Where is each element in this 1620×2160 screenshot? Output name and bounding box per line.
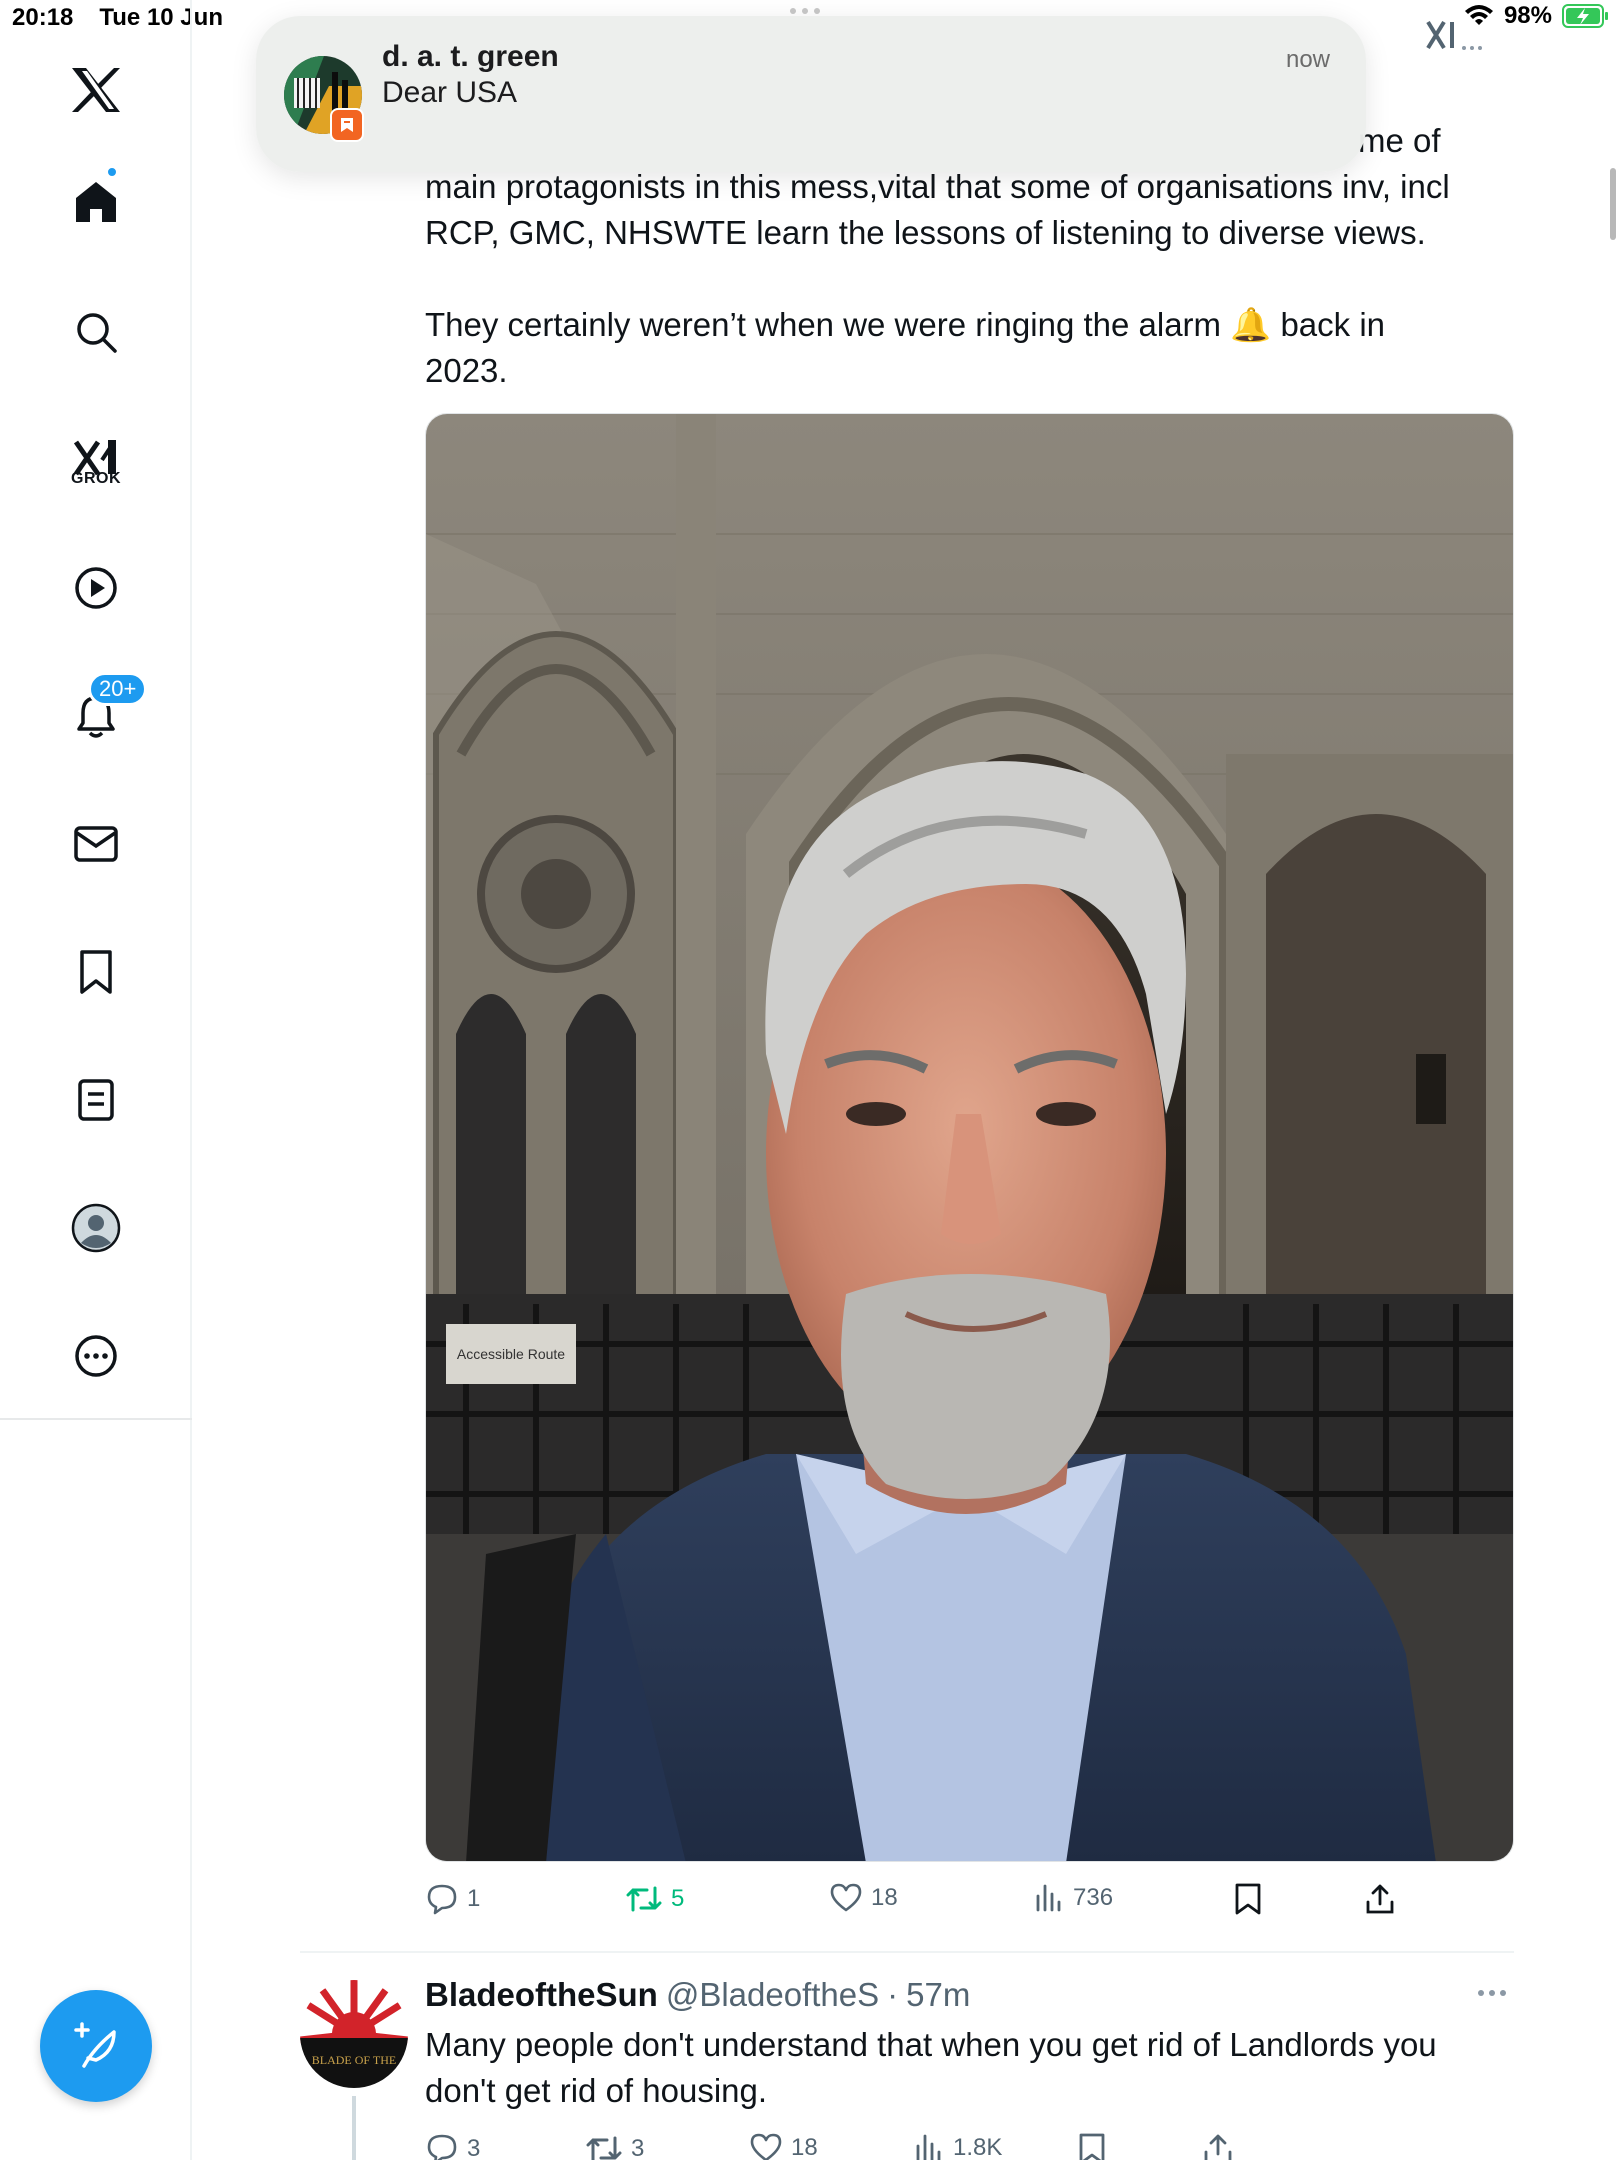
- selfie-at-gothic-building-image: Accessible Route: [426, 414, 1513, 1861]
- compose-feather-icon: [74, 2022, 116, 2068]
- reply-count: 1: [467, 1885, 481, 1912]
- reply-count: 3: [467, 2135, 481, 2160]
- sidebar-nav: GROK 20+: [0, 0, 192, 2160]
- share-button[interactable]: [1201, 2132, 1235, 2160]
- grok-status-icon: [1424, 14, 1484, 59]
- reply-icon: [427, 2134, 457, 2160]
- repost-icon: [586, 2136, 622, 2160]
- views-count: 1.8K: [953, 2134, 1003, 2160]
- x-logo[interactable]: [56, 50, 136, 130]
- thread-line: [352, 2096, 356, 2160]
- reply-button[interactable]: 1: [425, 1882, 480, 1916]
- repost-count: 3: [631, 2135, 645, 2160]
- like-button[interactable]: 18: [829, 1882, 898, 1914]
- scroll-indicator[interactable]: [1610, 168, 1616, 240]
- play-circle-icon: [75, 567, 117, 609]
- tweet-text-line: Many people don't understand that when y…: [425, 2026, 1437, 2063]
- bookmark-icon: [80, 950, 112, 994]
- sidebar-item-explore[interactable]: [56, 292, 136, 372]
- views-bar-chart-icon: [1036, 1884, 1061, 1912]
- multitasking-dots[interactable]: [790, 8, 830, 14]
- repost-icon: [626, 1886, 662, 1912]
- profile-avatar-icon: [71, 1203, 121, 1253]
- tweet-actions: 1 5 18 736: [425, 1882, 1425, 1926]
- avatar-text: BLADE OF THE: [312, 2053, 396, 2067]
- notification-time: now: [1285, 46, 1330, 73]
- sidebar-divider: [0, 1418, 192, 1420]
- tweet-actions: 3 3 18 1.8K: [425, 2132, 1425, 2160]
- rising-sun-avatar-image: BLADE OF THE: [300, 1980, 408, 2088]
- x-app-screen: 20:18 Tue 10 Jun 98% GROK 20+ me of main…: [0, 0, 1620, 2160]
- like-count: 18: [791, 2134, 818, 2160]
- x-logo-icon: [72, 68, 120, 112]
- sidebar-item-profile[interactable]: [56, 1188, 136, 1268]
- separator-dot: ·: [887, 1976, 899, 2013]
- envelope-icon: [74, 826, 118, 862]
- tweet-photo[interactable]: Accessible Route: [425, 413, 1514, 1862]
- views-bar-chart-icon: [916, 2134, 941, 2160]
- sidebar-item-notifications[interactable]: 20+: [56, 672, 148, 756]
- tweet-header: BladeoftheSun @BladeoftheS · 57m: [425, 1976, 970, 2014]
- status-bar-right: 98%: [1464, 2, 1610, 30]
- bookmark-icon: [1235, 1883, 1261, 1915]
- tweet-more-menu[interactable]: [1478, 1990, 1506, 1996]
- avatar[interactable]: BLADE OF THE: [300, 1980, 408, 2088]
- views-button[interactable]: 1.8K: [913, 2132, 1002, 2160]
- heart-icon: [750, 2133, 782, 2160]
- views-button[interactable]: 736: [1033, 1882, 1113, 1914]
- more-circle-icon: [75, 1335, 117, 1377]
- like-button[interactable]: 18: [749, 2132, 818, 2160]
- notification-banner[interactable]: d. a. t. green Dear USA now: [256, 16, 1366, 172]
- sidebar-item-messages[interactable]: [56, 804, 136, 884]
- bookmark-icon: [1079, 2133, 1105, 2160]
- sidebar-item-home[interactable]: [56, 162, 136, 242]
- bookmark-button[interactable]: [1233, 1882, 1263, 1916]
- sidebar-item-lists[interactable]: [56, 1060, 136, 1140]
- app-badge-icon: [330, 108, 364, 142]
- heart-icon: [830, 1883, 862, 1912]
- photo-sign-text: Accessible Route: [457, 1346, 565, 1362]
- repost-button[interactable]: 3: [585, 2132, 644, 2160]
- sidebar-item-grok[interactable]: GROK: [56, 418, 136, 498]
- tweet-timestamp[interactable]: 57m: [906, 1976, 970, 2014]
- author-name[interactable]: BladeoftheSun: [425, 1976, 658, 2014]
- tweet-text-partial: me of: [1358, 122, 1441, 159]
- sidebar-item-more[interactable]: [56, 1316, 136, 1396]
- sidebar-item-bookmarks[interactable]: [56, 932, 136, 1012]
- reply-button[interactable]: 3: [425, 2132, 480, 2160]
- battery-charging-icon: [1562, 4, 1608, 28]
- grok-label: GROK: [71, 470, 121, 487]
- views-count: 736: [1073, 1884, 1114, 1911]
- compose-post-button[interactable]: [40, 1990, 152, 2102]
- list-icon: [78, 1079, 114, 1121]
- notifications-badge: 20+: [88, 672, 148, 706]
- like-count: 18: [871, 1884, 898, 1911]
- reply-icon: [427, 1884, 457, 1915]
- repost-count: 5: [671, 1885, 685, 1912]
- author-handle[interactable]: @BladeoftheS: [666, 1976, 879, 2014]
- bookmark-button[interactable]: [1077, 2132, 1107, 2160]
- tweet-text-line: They certainly weren’t when we were ring…: [425, 306, 1386, 343]
- notification-title: d. a. t. green: [382, 40, 559, 73]
- sidebar-item-videos[interactable]: [56, 548, 136, 628]
- search-icon: [77, 313, 117, 353]
- tweet-text-line: don't get rid of housing.: [425, 2072, 768, 2109]
- share-icon: [1366, 1884, 1394, 1914]
- home-unread-dot: [106, 166, 118, 178]
- repost-button[interactable]: 5: [625, 1882, 684, 1916]
- home-icon: [76, 182, 116, 222]
- share-icon: [1204, 2134, 1232, 2160]
- tweet-text-line: RCP, GMC, NHSWTE learn the lessons of li…: [425, 214, 1426, 251]
- share-button[interactable]: [1363, 1882, 1397, 1916]
- notification-body: Dear USA: [382, 76, 518, 109]
- tweet-text-line: 2023.: [425, 352, 508, 389]
- battery-percent: 98%: [1503, 2, 1552, 29]
- tweet-divider: [300, 1951, 1514, 1953]
